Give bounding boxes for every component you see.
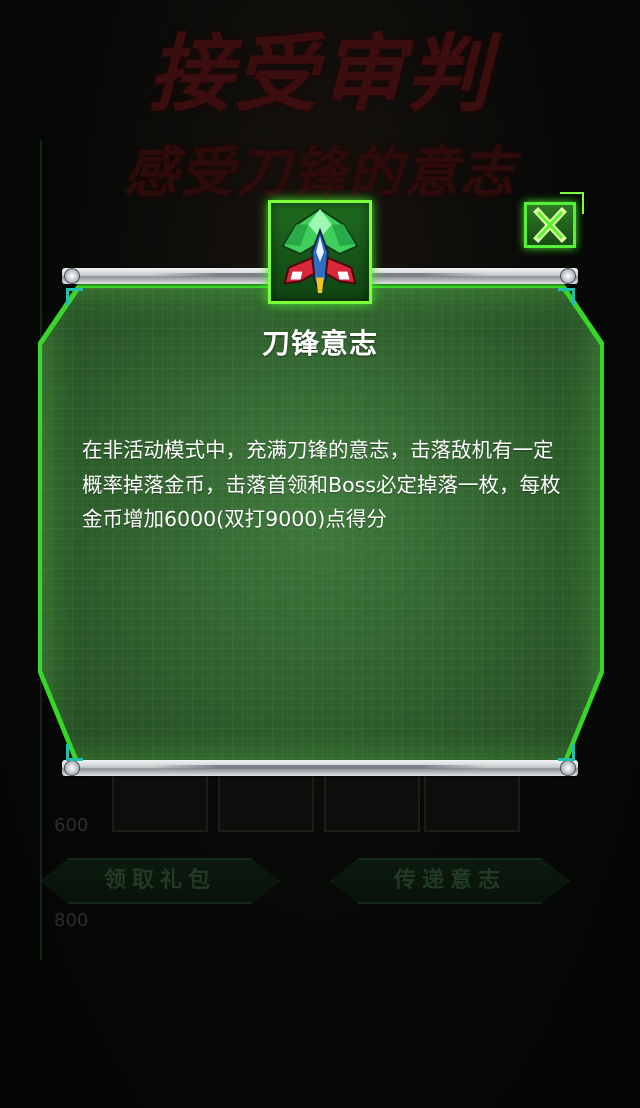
claim-gift-button[interactable]: 领取礼包 xyxy=(40,858,280,904)
pass-will-button[interactable]: 传递意志 xyxy=(330,858,570,904)
dialog-title: 刀锋意志 xyxy=(261,327,378,360)
corner-accent xyxy=(558,744,575,761)
background-reward-tile xyxy=(112,772,208,832)
background-title-line-1: 接受审判 xyxy=(147,25,492,123)
rivet-icon xyxy=(64,268,80,284)
background-score-label: 800 xyxy=(54,910,89,931)
dialog-bottom-rail xyxy=(62,760,578,776)
corner-accent xyxy=(66,288,83,305)
background-score-label: 600 xyxy=(54,815,89,836)
rivet-icon xyxy=(64,760,80,776)
dialog-description: 在非活动模式中，充满刀锋的意志，击落敌机有一定概率掉落金币，击落首领和Boss必… xyxy=(82,438,561,531)
corner-accent xyxy=(558,288,575,305)
background-reward-tile xyxy=(218,772,314,832)
fighter-jet-icon xyxy=(268,200,372,304)
rivet-icon xyxy=(560,268,576,284)
close-button[interactable] xyxy=(524,202,576,248)
game-screen: 接受审判 感受刀锋的意志 600 800 领取礼包 传递意志 刀锋意志 在非活动… xyxy=(0,0,640,1108)
background-reward-tile xyxy=(324,772,420,832)
rivet-icon xyxy=(560,760,576,776)
background-title-line-2: 感受刀锋的意志 xyxy=(124,141,516,204)
background-reward-tile xyxy=(424,772,520,832)
corner-accent xyxy=(66,744,83,761)
close-x-icon xyxy=(533,207,567,243)
